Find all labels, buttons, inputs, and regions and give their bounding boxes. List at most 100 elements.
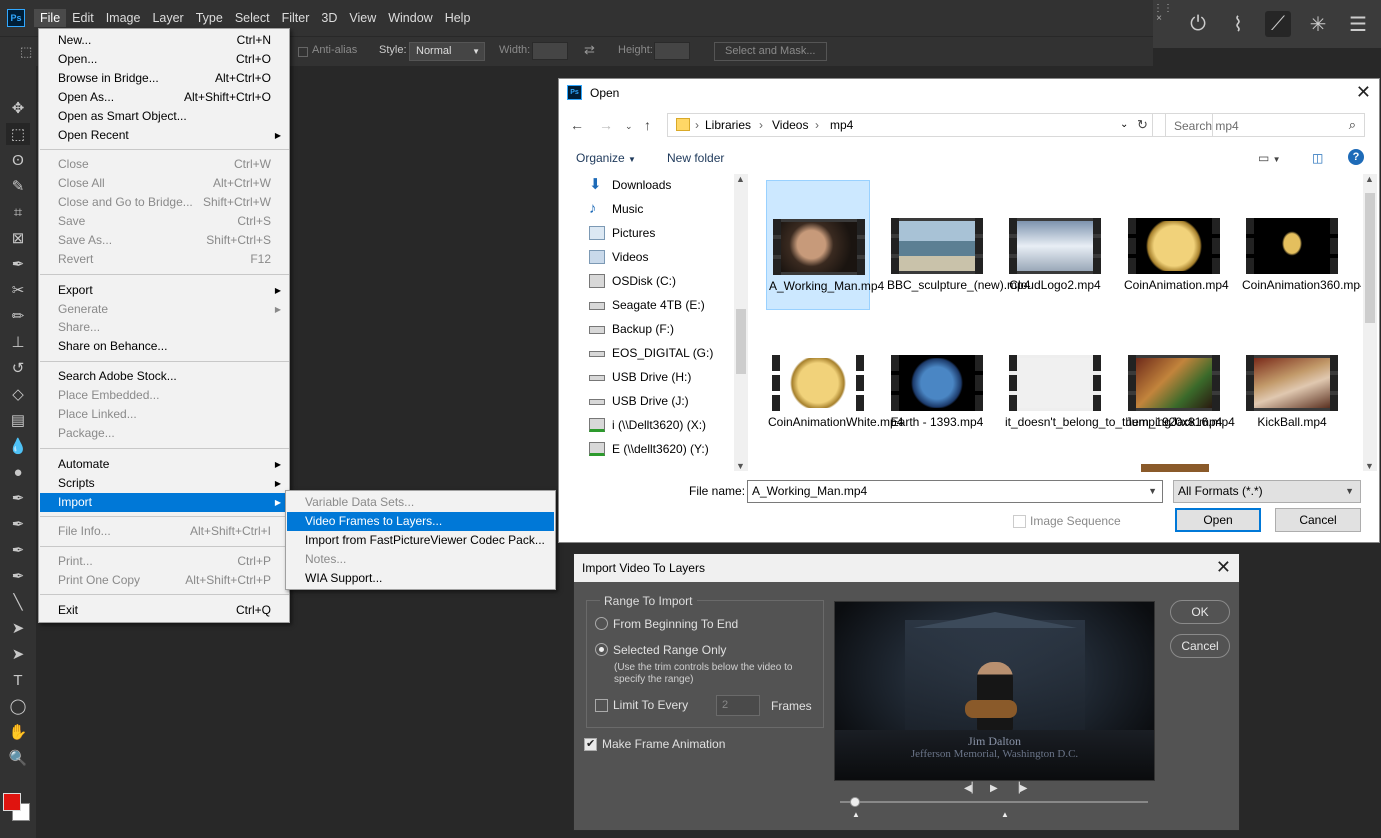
pen-icon[interactable]: ✒: [6, 487, 30, 509]
scroll-down-icon[interactable]: ▼: [1365, 461, 1374, 471]
from-beginning-label[interactable]: From Beginning To End: [613, 617, 738, 631]
type-tool-icon[interactable]: T: [6, 669, 30, 691]
menu-help[interactable]: Help: [439, 9, 477, 27]
scroll-up-icon[interactable]: ▲: [1365, 174, 1374, 184]
eyedropper-icon[interactable]: ✒: [6, 253, 30, 275]
nav-item-downloads[interactable]: ⬇ Downloads: [589, 174, 739, 196]
lasso-tool-icon[interactable]: ʘ: [6, 149, 30, 171]
crop-tool-icon[interactable]: ⌗: [6, 201, 30, 223]
view-options-icon[interactable]: ▭ ▼: [1258, 151, 1281, 165]
nav-item-osdisk[interactable]: OSDisk (C:): [589, 270, 739, 292]
menu-item-open-recent[interactable]: Open Recent ▶: [40, 126, 289, 145]
nav-item-usb-h[interactable]: USB Drive (H:): [589, 366, 739, 388]
search-box[interactable]: Search mp4 ⌕: [1165, 113, 1365, 137]
style-select[interactable]: Normal ▼: [409, 42, 485, 61]
swap-icon[interactable]: ⇄: [584, 42, 595, 58]
line-icon[interactable]: ╲: [6, 591, 30, 613]
menu-file[interactable]: File: [34, 9, 67, 27]
menu-lines-icon[interactable]: ☰: [1345, 11, 1371, 37]
nav-item-network-y[interactable]: E (\\dellt3620) (Y:): [589, 438, 739, 460]
play-icon[interactable]: ▶: [990, 783, 998, 794]
file-item[interactable]: Earth - 1393.mp4: [885, 317, 989, 447]
selected-range-label[interactable]: Selected Range Only: [613, 643, 726, 657]
menu-item-share-behance[interactable]: Share on Behance...: [40, 337, 289, 356]
curvature-pen-icon[interactable]: ✒: [6, 539, 30, 561]
select-and-mask-button[interactable]: Select and Mask...: [714, 42, 827, 61]
file-item[interactable]: it_doesn't_belong_to_them_1920x816.mp4: [1003, 317, 1235, 447]
step-forward-icon[interactable]: ▕▶: [1012, 783, 1027, 794]
help-icon[interactable]: ?: [1348, 149, 1364, 165]
power-icon[interactable]: ⏻: [1185, 11, 1211, 37]
nav-item-pictures[interactable]: Pictures: [589, 222, 739, 244]
menu-edit[interactable]: Edit: [66, 9, 100, 27]
file-format-select[interactable]: All Formats (*.*) ▼: [1173, 480, 1361, 503]
up-icon[interactable]: ↑: [644, 117, 651, 133]
magic-wand-icon[interactable]: ✎: [6, 175, 30, 197]
nav-item-backup[interactable]: Backup (F:): [589, 318, 739, 340]
dodge-icon[interactable]: ●: [6, 461, 30, 483]
new-folder-button[interactable]: New folder: [667, 151, 724, 165]
file-item[interactable]: BBC_sculpture_(new).mp4: [885, 180, 1030, 310]
file-item[interactable]: KickBall.mp4: [1240, 317, 1344, 447]
playhead-handle[interactable]: [850, 797, 860, 807]
file-item[interactable]: CoinAnimation.mp4: [1122, 180, 1229, 310]
organize-button[interactable]: Organize ▼: [576, 151, 636, 165]
menu-item-fastpictureviewer[interactable]: Import from FastPictureViewer Codec Pack…: [287, 531, 554, 550]
menu-item-export[interactable]: Export ▶: [40, 281, 289, 300]
scroll-down-icon[interactable]: ▼: [736, 461, 745, 471]
cancel-button[interactable]: Cancel: [1170, 634, 1230, 658]
nav-item-network-x[interactable]: i (\\Dellt3620) (X:): [589, 414, 739, 436]
make-animation-checkbox[interactable]: [584, 737, 597, 751]
recent-dropdown-icon[interactable]: ⌄: [625, 121, 633, 132]
trim-end-handle[interactable]: ▲: [1001, 810, 1009, 819]
file-name-input[interactable]: A_Working_Man.mp4 ▼: [747, 480, 1163, 503]
cancel-button[interactable]: Cancel: [1275, 508, 1361, 532]
file-item[interactable]: CoinAnimationWhite.mp4: [766, 317, 903, 447]
ok-button[interactable]: OK: [1170, 600, 1230, 624]
marquee-tool-icon[interactable]: ⬚: [6, 123, 30, 145]
menu-select[interactable]: Select: [229, 9, 276, 27]
antialias-checkbox[interactable]: [298, 47, 308, 57]
content-aware-icon[interactable]: ✒: [6, 565, 30, 587]
close-icon[interactable]: ✕: [1356, 82, 1371, 103]
limit-label[interactable]: Limit To Every: [613, 698, 688, 712]
step-back-icon[interactable]: ◀▏: [964, 783, 979, 794]
freeform-pen-icon[interactable]: ✒: [6, 513, 30, 535]
menu-item-search-stock[interactable]: Search Adobe Stock...: [40, 367, 289, 386]
menu-item-scripts[interactable]: Scripts ▶: [40, 474, 289, 493]
nav-item-videos[interactable]: Videos: [589, 246, 739, 268]
menu-item-new[interactable]: New... Ctrl+N: [40, 31, 289, 50]
stamp-icon[interactable]: ⊥: [6, 331, 30, 353]
refresh-icon[interactable]: ↻: [1133, 113, 1153, 137]
menu-item-browse-bridge[interactable]: Browse in Bridge... Alt+Ctrl+O: [40, 69, 289, 88]
direct-select-icon[interactable]: ➤: [6, 643, 30, 665]
menu-item-exit[interactable]: Exit Ctrl+Q: [40, 601, 289, 620]
menu-item-import[interactable]: Import ▶: [40, 493, 289, 512]
move-tool-icon[interactable]: ✥: [6, 97, 30, 119]
marquee-icon[interactable]: ⬚: [20, 44, 32, 60]
path-select-icon[interactable]: ➤: [6, 617, 30, 639]
file-scrollbar-thumb[interactable]: [1365, 193, 1375, 323]
menu-item-wia-support[interactable]: WIA Support...: [287, 569, 554, 588]
brush-icon[interactable]: ✏: [6, 305, 30, 327]
menu-3d[interactable]: 3D: [315, 9, 343, 27]
nav-item-music[interactable]: ♪ Music: [589, 198, 739, 220]
healing-brush-icon[interactable]: ✂: [6, 279, 30, 301]
menu-item-automate[interactable]: Automate ▶: [40, 455, 289, 474]
trim-timeline[interactable]: [840, 801, 1148, 803]
menu-window[interactable]: Window: [382, 9, 438, 27]
menu-image[interactable]: Image: [100, 9, 147, 27]
nav-item-seagate[interactable]: Seagate 4TB (E:): [589, 294, 739, 316]
file-item[interactable]: JumpingJack.mp4: [1122, 317, 1226, 447]
menu-type[interactable]: Type: [190, 9, 229, 27]
frame-tool-icon[interactable]: ⊠: [6, 227, 30, 249]
breadcrumb-libraries[interactable]: Libraries: [705, 118, 751, 132]
chevron-down-icon[interactable]: ⌄: [1120, 119, 1128, 130]
trim-start-handle[interactable]: ▲: [852, 810, 860, 819]
zoom-icon[interactable]: 🔍: [6, 747, 30, 769]
panel-grip-icon[interactable]: ⋮⋮ ×: [1153, 4, 1173, 46]
from-beginning-radio[interactable]: [595, 617, 608, 630]
nav-item-usb-j[interactable]: USB Drive (J:): [589, 390, 739, 412]
menu-filter[interactable]: Filter: [276, 9, 316, 27]
gradient-icon[interactable]: ▤: [6, 409, 30, 431]
